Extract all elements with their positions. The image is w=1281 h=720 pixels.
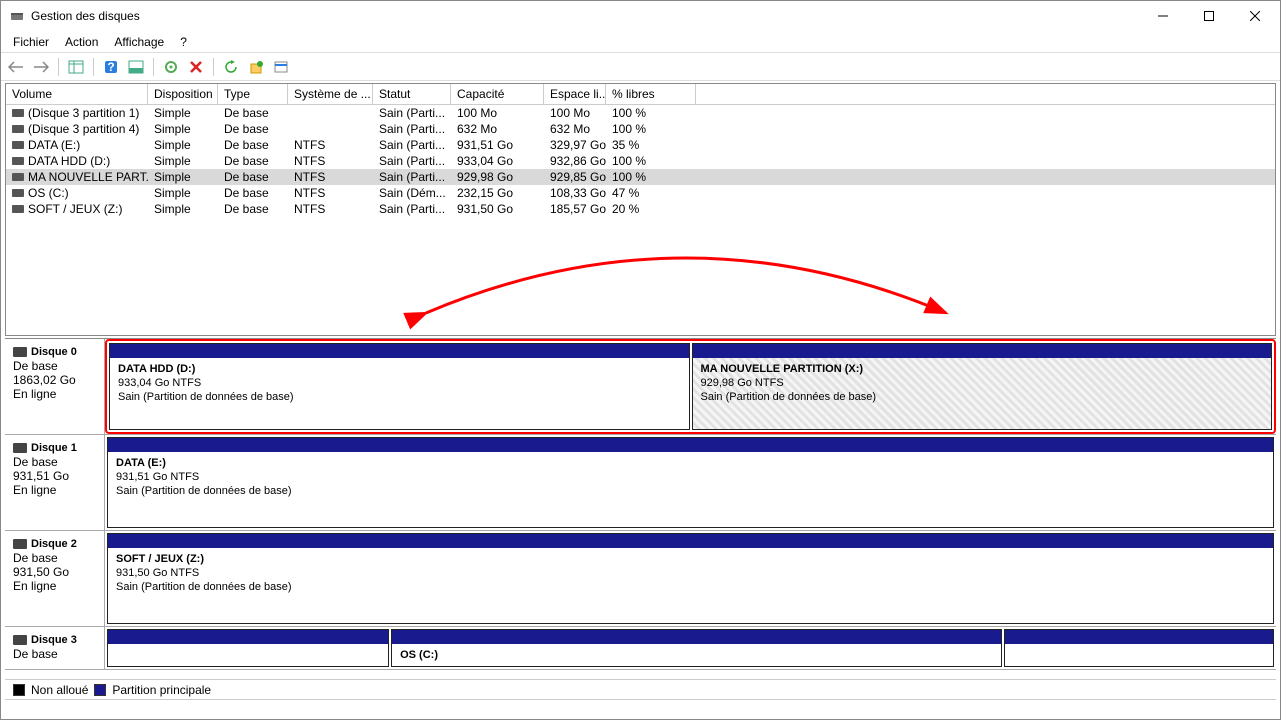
volume-row[interactable]: SOFT / JEUX (Z:)SimpleDe baseNTFSSain (P… — [6, 201, 1275, 217]
properties-button[interactable] — [270, 56, 292, 78]
details-view-button[interactable] — [65, 56, 87, 78]
volume-list-body[interactable]: (Disque 3 partition 1)SimpleDe baseSain … — [6, 105, 1275, 335]
toolbar: ? — [1, 53, 1280, 81]
partition-body — [1005, 644, 1273, 666]
forward-button[interactable] — [30, 56, 52, 78]
partition-body: DATA (E:)931,51 Go NTFSSain (Partition d… — [108, 452, 1273, 527]
partition[interactable]: SOFT / JEUX (Z:)931,50 Go NTFSSain (Part… — [107, 533, 1274, 624]
volume-list: Volume Disposition Type Système de ... S… — [5, 83, 1276, 336]
disk-row: Disque 3De base OS (C:) — [5, 627, 1276, 670]
col-type[interactable]: Type — [218, 84, 288, 104]
refresh-button[interactable] — [220, 56, 242, 78]
partition-container: DATA (E:)931,51 Go NTFSSain (Partition d… — [105, 435, 1276, 530]
legend-primary-label: Partition principale — [112, 683, 211, 697]
help-button[interactable]: ? — [100, 56, 122, 78]
menubar: Fichier Action Affichage ? — [1, 31, 1280, 53]
col-status[interactable]: Statut — [373, 84, 451, 104]
statusbar — [5, 699, 1276, 717]
disk-info[interactable]: Disque 1De base931,51 GoEn ligne — [5, 435, 105, 530]
partition-body: DATA HDD (D:)933,04 Go NTFSSain (Partiti… — [110, 358, 689, 429]
partition-container: SOFT / JEUX (Z:)931,50 Go NTFSSain (Part… — [105, 531, 1276, 626]
volume-icon — [12, 125, 24, 133]
disk-icon — [13, 347, 27, 357]
menu-view[interactable]: Affichage — [106, 33, 172, 51]
new-volume-button[interactable] — [245, 56, 267, 78]
volume-row[interactable]: (Disque 3 partition 4)SimpleDe baseSain … — [6, 121, 1275, 137]
back-button[interactable] — [5, 56, 27, 78]
volume-row[interactable]: MA NOUVELLE PART...SimpleDe baseNTFSSain… — [6, 169, 1275, 185]
partition-container: OS (C:) — [105, 627, 1276, 669]
legend-swatch-primary — [94, 684, 106, 696]
col-free[interactable]: Espace li... — [544, 84, 606, 104]
partition[interactable]: MA NOUVELLE PARTITION (X:)929,98 Go NTFS… — [692, 343, 1273, 430]
partition-header-bar — [1005, 630, 1273, 644]
window-title: Gestion des disques — [31, 9, 1140, 23]
col-layout[interactable]: Disposition — [148, 84, 218, 104]
volume-row[interactable]: DATA (E:)SimpleDe baseNTFSSain (Parti...… — [6, 137, 1275, 153]
partition-header-bar — [693, 344, 1272, 358]
toolbar-separator — [93, 58, 94, 76]
partition-body: MA NOUVELLE PARTITION (X:)929,98 Go NTFS… — [693, 358, 1272, 429]
disk-management-window: Gestion des disques Fichier Action Affic… — [0, 0, 1281, 720]
disk-info[interactable]: Disque 3De base — [5, 627, 105, 669]
partition-container: DATA HDD (D:)933,04 Go NTFSSain (Partiti… — [105, 339, 1276, 434]
menu-file[interactable]: Fichier — [5, 33, 57, 51]
partition-body: SOFT / JEUX (Z:)931,50 Go NTFSSain (Part… — [108, 548, 1273, 623]
volume-icon — [12, 173, 24, 181]
volume-row[interactable]: DATA HDD (D:)SimpleDe baseNTFSSain (Part… — [6, 153, 1275, 169]
volume-icon — [12, 141, 24, 149]
disk-info[interactable]: Disque 0De base1863,02 GoEn ligne — [5, 339, 105, 434]
disk-row: Disque 0De base1863,02 GoEn ligneDATA HD… — [5, 339, 1276, 435]
partition[interactable]: OS (C:) — [391, 629, 1002, 667]
settings-button[interactable] — [160, 56, 182, 78]
titlebar: Gestion des disques — [1, 1, 1280, 31]
legend-unallocated-label: Non alloué — [31, 683, 88, 697]
menu-help[interactable]: ? — [172, 33, 195, 51]
volume-list-header: Volume Disposition Type Système de ... S… — [6, 84, 1275, 105]
minimize-button[interactable] — [1140, 1, 1186, 31]
col-capacity[interactable]: Capacité — [451, 84, 544, 104]
volume-icon — [12, 189, 24, 197]
disk-info[interactable]: Disque 2De base931,50 GoEn ligne — [5, 531, 105, 626]
toolbar-separator — [213, 58, 214, 76]
volume-row[interactable]: OS (C:)SimpleDe baseNTFSSain (Dém...232,… — [6, 185, 1275, 201]
toolbar-separator — [153, 58, 154, 76]
volume-icon — [12, 109, 24, 117]
maximize-button[interactable] — [1186, 1, 1232, 31]
volume-row[interactable]: (Disque 3 partition 1)SimpleDe baseSain … — [6, 105, 1275, 121]
partition-body — [108, 644, 388, 666]
svg-text:?: ? — [107, 60, 114, 74]
volume-icon — [12, 157, 24, 165]
disk-icon — [13, 635, 27, 645]
app-icon — [9, 8, 25, 24]
col-pctfree[interactable]: % libres — [606, 84, 696, 104]
delete-button[interactable] — [185, 56, 207, 78]
window-controls — [1140, 1, 1278, 31]
annotation-arrow — [6, 223, 1266, 343]
col-filesystem[interactable]: Système de ... — [288, 84, 373, 104]
legend: Non alloué Partition principale — [5, 679, 1276, 699]
disk-graphic-panel[interactable]: Disque 0De base1863,02 GoEn ligneDATA HD… — [5, 338, 1276, 679]
toolbar-separator — [58, 58, 59, 76]
list-bottom-button[interactable] — [125, 56, 147, 78]
partition[interactable] — [1004, 629, 1274, 667]
partition-header-bar — [108, 438, 1273, 452]
disk-icon — [13, 539, 27, 549]
partition-header-bar — [392, 630, 1001, 644]
partition-body: OS (C:) — [392, 644, 1001, 666]
legend-swatch-unallocated — [13, 684, 25, 696]
volume-icon — [12, 205, 24, 213]
partition-header-bar — [110, 344, 689, 358]
partition-header-bar — [108, 534, 1273, 548]
menu-action[interactable]: Action — [57, 33, 106, 51]
partition[interactable]: DATA (E:)931,51 Go NTFSSain (Partition d… — [107, 437, 1274, 528]
close-button[interactable] — [1232, 1, 1278, 31]
partition[interactable] — [107, 629, 389, 667]
disk-row: Disque 2De base931,50 GoEn ligneSOFT / J… — [5, 531, 1276, 627]
disk-row: Disque 1De base931,51 GoEn ligneDATA (E:… — [5, 435, 1276, 531]
disk-icon — [13, 443, 27, 453]
col-volume[interactable]: Volume — [6, 84, 148, 104]
partition-header-bar — [108, 630, 388, 644]
partition[interactable]: DATA HDD (D:)933,04 Go NTFSSain (Partiti… — [109, 343, 690, 430]
